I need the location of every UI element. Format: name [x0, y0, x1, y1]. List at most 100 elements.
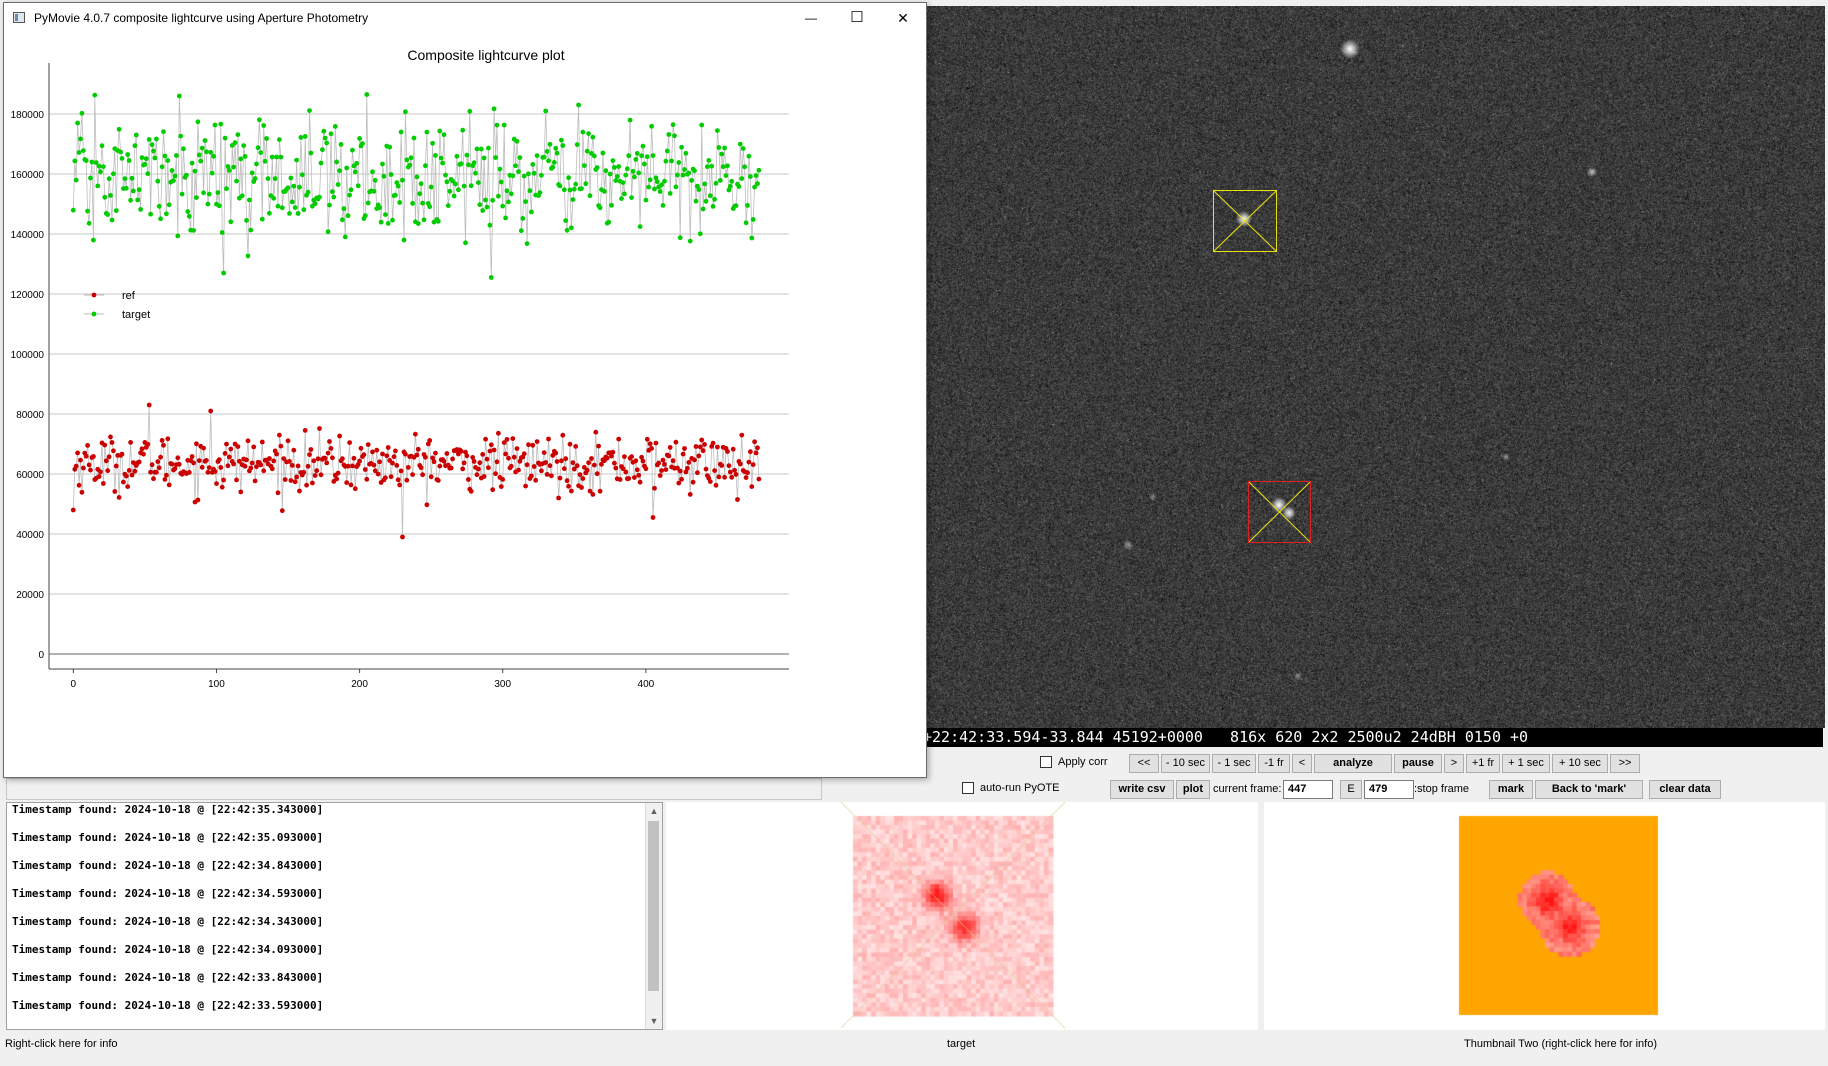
ref-data-point: [370, 449, 375, 455]
target-data-point: [348, 187, 354, 193]
target-data-point: [579, 186, 584, 192]
ref-data-point: [403, 451, 408, 457]
pause-button[interactable]: pause: [1394, 754, 1442, 773]
target-data-point: [252, 176, 258, 181]
ref-data-point: [251, 444, 257, 450]
scroll-down-arrow-icon[interactable]: ▼: [646, 1013, 662, 1029]
write-csv-button[interactable]: write csv: [1110, 780, 1174, 799]
target-data-point: [192, 168, 198, 174]
left-info-caption[interactable]: Right-click here for info: [5, 1038, 118, 1050]
ref-data-point: [297, 488, 302, 494]
target-data-point: [414, 174, 420, 180]
target-data-point: [411, 135, 417, 141]
apply-corr-checkbox[interactable]: [1040, 756, 1052, 768]
ref-data-point: [696, 453, 702, 459]
e-button[interactable]: E: [1340, 780, 1362, 799]
log-panel[interactable]: Timestamp found: 2024-10-18 @ [22:42:35.…: [6, 802, 663, 1030]
target-data-point: [447, 188, 453, 194]
target-data-point: [586, 131, 591, 136]
target-data-point: [119, 156, 125, 161]
ref-data-point: [234, 477, 239, 483]
ref-data-point: [756, 476, 762, 482]
ref-data-point: [612, 460, 617, 466]
mark-button[interactable]: mark: [1489, 780, 1533, 799]
target-data-point: [675, 172, 680, 178]
ref-data-point: [400, 534, 405, 540]
ref-data-point: [384, 453, 390, 459]
thumbnail-two-caption[interactable]: Thumbnail Two (right-click here for info…: [1464, 1038, 1657, 1050]
ref-data-point: [746, 459, 752, 465]
plus-10-sec-button[interactable]: + 10 sec: [1552, 754, 1608, 773]
target-data-point: [647, 177, 653, 183]
star-field-image[interactable]: [923, 6, 1825, 728]
minus-1-frame-button[interactable]: -1 fr: [1258, 754, 1290, 773]
target-data-point: [483, 197, 488, 203]
target-data-point: [257, 117, 262, 123]
ref-data-point: [204, 458, 209, 463]
target-data-point: [559, 137, 564, 143]
target-data-point: [670, 122, 676, 128]
ref-data-point: [670, 458, 676, 464]
target-data-point: [216, 203, 222, 209]
lightcurve-plot-window[interactable]: PyMovie 4.0.7 composite lightcurve using…: [3, 2, 927, 778]
thumbnail-two-panel[interactable]: [1264, 802, 1825, 1030]
analyze-button[interactable]: analyze: [1314, 754, 1392, 773]
ref-data-point: [496, 430, 501, 436]
minus-1-sec-button[interactable]: - 1 sec: [1212, 754, 1256, 773]
target-data-point: [727, 183, 733, 189]
plus-1-sec-button[interactable]: + 1 sec: [1502, 754, 1550, 773]
target-data-point: [629, 195, 634, 201]
target-data-point: [332, 124, 338, 129]
auto-run-pyote-checkbox[interactable]: [962, 782, 974, 794]
target-data-point: [249, 170, 255, 176]
forward-1-button[interactable]: >: [1444, 754, 1464, 773]
minus-10-sec-button[interactable]: - 10 sec: [1161, 754, 1210, 773]
forward-10-frames-button[interactable]: >>: [1610, 754, 1640, 773]
window-title-bar[interactable]: PyMovie 4.0.7 composite lightcurve using…: [4, 3, 926, 33]
ref-data-point: [480, 452, 486, 457]
close-icon[interactable]: ✕: [880, 3, 926, 33]
ref-data-point: [610, 449, 616, 455]
lightcurve-chart[interactable]: Composite lightcurve plot 0 20000 40000 600…: [4, 33, 926, 777]
ref-data-point: [242, 463, 248, 469]
ref-data-point: [302, 428, 308, 433]
target-data-point: [318, 160, 324, 166]
ref-data-point: [212, 469, 218, 474]
log-scrollbar[interactable]: ▲ ▼: [645, 803, 662, 1029]
plot-button[interactable]: plot: [1176, 780, 1210, 799]
ref-data-point: [593, 429, 599, 435]
back-1-button[interactable]: <: [1292, 754, 1312, 773]
target-data-point: [642, 161, 647, 167]
current-frame-input[interactable]: 447: [1283, 780, 1333, 799]
back-to-mark-button[interactable]: Back to 'mark': [1535, 780, 1643, 799]
ref-data-point: [659, 468, 664, 473]
ref-aperture[interactable]: [1248, 481, 1311, 543]
back-10-frames-button[interactable]: <<: [1129, 754, 1159, 773]
ref-data-point: [549, 473, 554, 479]
ref-data-point: [199, 464, 205, 470]
target-aperture[interactable]: [1213, 190, 1277, 252]
maximize-icon[interactable]: ☐: [834, 3, 880, 33]
x-tick-label: 100: [208, 679, 225, 690]
ref-data-point: [484, 456, 490, 462]
ref-data-point: [516, 467, 521, 473]
thumbnail-one-panel[interactable]: [666, 802, 1258, 1030]
ref-data-point: [148, 469, 154, 475]
ref-data-point: [749, 484, 755, 489]
minimize-icon[interactable]: —: [788, 3, 834, 33]
target-data-point: [360, 141, 365, 146]
clear-data-button[interactable]: clear data: [1649, 780, 1721, 799]
scroll-up-arrow-icon[interactable]: ▲: [646, 803, 662, 819]
scroll-thumb[interactable]: [648, 821, 659, 991]
plus-1-frame-button[interactable]: +1 fr: [1466, 754, 1500, 773]
ref-data-point: [261, 468, 267, 474]
target-caption: target: [947, 1038, 976, 1050]
target-data-point: [206, 191, 212, 197]
stop-frame-input[interactable]: 479: [1364, 780, 1414, 799]
target-data-point: [715, 128, 720, 133]
target-data-point: [98, 169, 103, 175]
target-data-point: [415, 221, 421, 227]
ref-data-point: [279, 508, 285, 514]
ref-data-point: [617, 477, 623, 482]
target-data-point: [569, 225, 574, 231]
